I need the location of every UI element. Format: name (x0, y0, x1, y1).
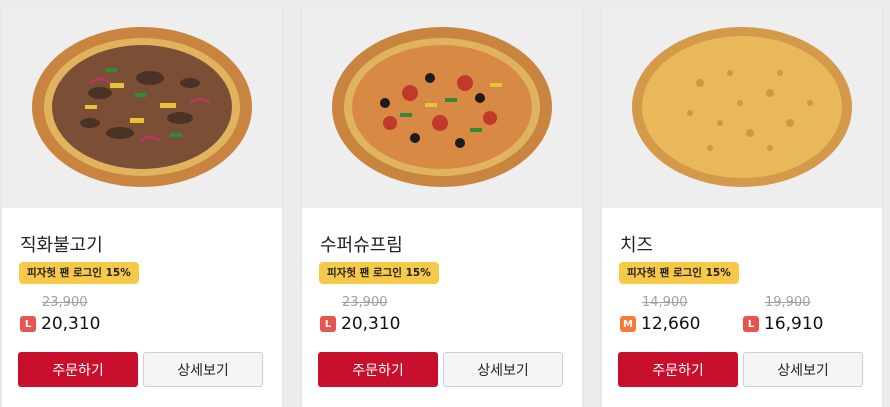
product-name[interactable]: 수퍼슈프림 (320, 231, 403, 257)
order-button[interactable]: 주문하기 (618, 352, 738, 387)
original-price: 14,900 (642, 295, 688, 310)
discount-badge: 피자헛 팬 로그인 15% (319, 262, 439, 284)
original-price: 23,900 (42, 295, 88, 310)
pizza-image[interactable] (302, 6, 582, 208)
order-button[interactable]: 주문하기 (318, 352, 438, 387)
price-block: 23,900 L 20,310 (20, 295, 100, 334)
size-l-icon: L (743, 316, 759, 332)
sale-price: 20,310 (341, 314, 401, 334)
price-block-m: 14,900 M 12,660 (620, 295, 700, 334)
order-button[interactable]: 주문하기 (18, 352, 138, 387)
pizza-image[interactable] (2, 6, 282, 208)
discount-badge: 피자헛 팬 로그인 15% (19, 262, 139, 284)
sale-price: 16,910 (764, 314, 824, 334)
price-block: 23,900 L 20,310 (320, 295, 400, 334)
price-block-l: 19,900 L 16,910 (743, 295, 823, 334)
detail-button[interactable]: 상세보기 (443, 352, 563, 387)
product-name[interactable]: 치즈 (620, 231, 653, 257)
pizza-image[interactable] (602, 6, 882, 208)
product-card: 직화불고기 피자헛 팬 로그인 15% 23,900 L 20,310 주문하기… (2, 6, 282, 407)
size-l-icon: L (20, 316, 36, 332)
original-price: 19,900 (765, 295, 811, 310)
detail-button[interactable]: 상세보기 (743, 352, 863, 387)
discount-badge: 피자헛 팬 로그인 15% (619, 262, 739, 284)
product-card: 치즈 피자헛 팬 로그인 15% 14,900 M 12,660 19,900 … (602, 6, 882, 407)
sale-price: 20,310 (41, 314, 101, 334)
size-m-icon: M (620, 316, 636, 332)
product-name[interactable]: 직화불고기 (20, 231, 103, 257)
sale-price: 12,660 (641, 314, 701, 334)
size-l-icon: L (320, 316, 336, 332)
product-card: 수퍼슈프림 피자헛 팬 로그인 15% 23,900 L 20,310 주문하기… (302, 6, 582, 407)
original-price: 23,900 (342, 295, 388, 310)
detail-button[interactable]: 상세보기 (143, 352, 263, 387)
